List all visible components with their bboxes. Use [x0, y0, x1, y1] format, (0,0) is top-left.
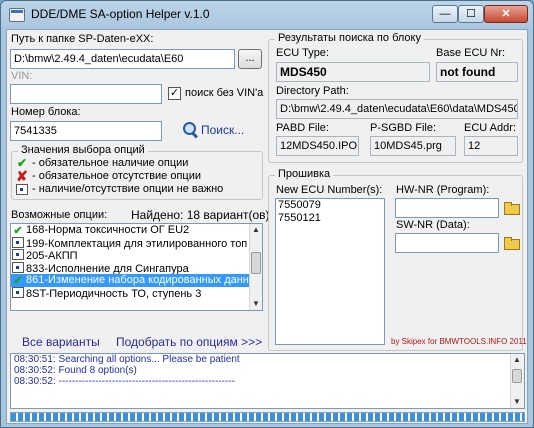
all-variants-link[interactable]: Все варианты [22, 335, 100, 349]
option-text: 8ST-Периодичность ТО, ступень 3 [26, 287, 202, 300]
ecu-type-field: MDS450 [276, 62, 430, 82]
pabd-field: 12MDS450.IPO [276, 136, 359, 156]
option-text: 205-АКПП [26, 250, 78, 262]
hw-nr-input[interactable] [395, 198, 499, 218]
log-scrollbar[interactable]: ▲ ▼ [510, 354, 524, 408]
new-ecu-list[interactable]: 7550079 7550121 [275, 198, 385, 345]
vin-input[interactable] [10, 84, 162, 104]
sw-nr-input[interactable] [395, 233, 499, 253]
path-label: Путь к папке SP-Daten-eXX: [11, 33, 154, 45]
close-button[interactable]: ✕ [484, 5, 528, 23]
browse-button[interactable]: ... [238, 49, 262, 69]
base-ecu-field: not found [436, 62, 518, 82]
legend-group: Значения выбора опций ✔ - обязательное н… [11, 144, 263, 200]
window-title: DDE/DME SA-option Helper v.1.0 [31, 7, 210, 21]
scroll-up-arrow-icon[interactable]: ▲ [250, 224, 262, 236]
directory-path-field: D:\bmw\2.49.4_daten\ecudata\E60\data\MDS… [276, 99, 518, 119]
legend-item-any: - наличие/отсутствие опции не важно [32, 183, 224, 195]
log-line: 08:30:52: Found 8 option(s) [14, 365, 137, 376]
option-list-item[interactable]: 199-Комплектация для этилированного топ [11, 236, 262, 250]
sw-folder-open-icon[interactable] [503, 236, 520, 250]
block-number-input[interactable]: 7541335 [10, 121, 162, 141]
psgbd-field: 10MDS45.prg [370, 136, 456, 156]
option-text: 168-Норма токсичности ОГ EU2 [26, 224, 190, 236]
results-title: Результаты поиска по блоку [275, 32, 424, 44]
dot-icon[interactable] [12, 261, 24, 273]
app-window-icon [9, 8, 25, 22]
cross-icon: ✘ [16, 168, 28, 184]
log-scroll-down-icon[interactable]: ▼ [511, 396, 523, 408]
credit-text: by Skipex for BMWTOOLS.INFO 2011 [391, 337, 527, 346]
log-scroll-up-icon[interactable]: ▲ [511, 354, 523, 366]
option-list-item[interactable]: ✔ 168-Норма токсичности ОГ EU2 [11, 224, 262, 237]
option-list-item[interactable]: 205-АКПП [11, 249, 262, 262]
check-icon[interactable]: ✔ [12, 276, 24, 287]
directory-path-label: Directory Path: [276, 85, 349, 97]
scroll-down-arrow-icon[interactable]: ▼ [250, 298, 262, 310]
no-vin-search-label: поиск без VIN'а [185, 87, 264, 99]
ecu-type-label: ECU Type: [276, 47, 329, 59]
maximize-button[interactable]: ☐ [458, 5, 484, 23]
options-label: Возможные опции: [11, 209, 108, 221]
legend-item-absent: - обязательное отсутствие опции [32, 170, 202, 182]
scroll-thumb[interactable] [251, 252, 261, 274]
options-list[interactable]: ✔ 168-Норма токсичности ОГ EU2 199-Комплек… [10, 223, 263, 311]
client-area: Путь к папке SP-Daten-eXX: D:\bmw\2.49.4… [6, 29, 528, 424]
list-item[interactable]: 7550121 [276, 212, 384, 225]
app-window: DDE/DME SA-option Helper v.1.0 — ☐ ✕ Пут… [0, 0, 534, 428]
dot-icon[interactable] [12, 286, 24, 298]
dot-icon [16, 184, 28, 195]
firmware-title: Прошивка [275, 168, 334, 180]
option-text: 861-Изменение набора кодированных данн [26, 274, 249, 286]
ecu-addr-field: 12 [464, 136, 518, 156]
log-panel[interactable]: 08:30:51: Searching all options... Pleas… [10, 353, 525, 409]
progress-bar [10, 412, 525, 422]
legend-item-required: - обязательное наличие опции [32, 157, 189, 169]
sw-nr-label: SW-NR (Data): [396, 219, 470, 231]
option-list-item[interactable]: 833-Исполнение для Сингапура [11, 261, 262, 275]
check-icon[interactable]: ✔ [12, 226, 24, 237]
option-text: 833-Исполнение для Сингапура [26, 262, 189, 275]
firmware-group: Прошивка New ECU Number(s): 7550079 7550… [268, 168, 527, 351]
log-line: 08:30:51: Searching all options... Pleas… [14, 354, 240, 365]
option-list-item[interactable]: ✔ 861-Изменение набора кодированных данн [11, 274, 262, 287]
minimize-button[interactable]: — [432, 5, 458, 23]
new-ecu-label: New ECU Number(s): [276, 184, 383, 196]
base-ecu-label: Base ECU Nr: [436, 47, 506, 59]
pabd-label: PABD File: [276, 122, 329, 134]
log-scroll-thumb[interactable] [512, 369, 522, 383]
dot-icon[interactable] [12, 236, 24, 248]
ecu-addr-label: ECU Addr: [464, 122, 516, 134]
log-line: 08:30:52: ------------------------------… [14, 376, 235, 387]
option-list-item[interactable]: 8ST-Периодичность ТО, ступень 3 [11, 286, 262, 300]
option-text: 199-Комплектация для этилированного топ [26, 237, 248, 250]
psgbd-label: P-SGBD File: [370, 122, 437, 134]
no-vin-search-checkbox[interactable]: ✓ [168, 87, 181, 100]
block-number-label: Номер блока: [11, 106, 81, 118]
search-link[interactable]: Поиск... [201, 123, 244, 137]
options-scrollbar[interactable]: ▲ ▼ [249, 224, 262, 310]
found-count: Найдено: 18 вариант(ов) [131, 208, 270, 222]
path-input[interactable]: D:\bmw\2.49.4_daten\ecudata\E60 [10, 49, 235, 69]
search-icon[interactable] [182, 122, 200, 138]
match-options-link[interactable]: Подобрать по опциям >>> [116, 335, 262, 349]
legend-title: Значения выбора опций [18, 144, 148, 156]
hw-nr-label: HW-NR (Program): [396, 184, 490, 196]
results-group: Результаты поиска по блоку ECU Type: MDS… [268, 32, 523, 163]
dot-icon[interactable] [12, 249, 24, 260]
list-item[interactable]: 7550079 [276, 199, 384, 212]
hw-folder-open-icon[interactable] [503, 201, 520, 215]
title-bar[interactable]: DDE/DME SA-option Helper v.1.0 — ☐ ✕ [1, 1, 533, 29]
vin-label: VIN: [11, 70, 33, 82]
